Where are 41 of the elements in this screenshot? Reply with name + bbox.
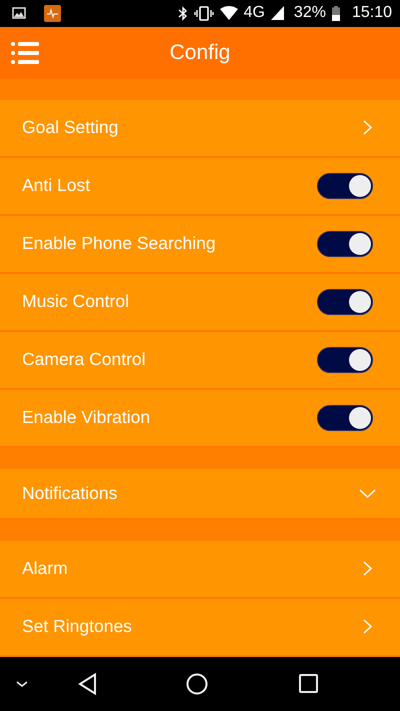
home-button[interactable] [186,672,208,695]
app-icon [44,4,61,22]
battery-icon [332,6,340,21]
back-button[interactable] [78,672,98,695]
chevron-right-icon [363,619,372,634]
toggle-switch[interactable] [317,230,373,257]
toggle-switch[interactable] [317,404,373,431]
settings-row[interactable]: Camera Control [0,332,400,388]
row-label: Enable Phone Searching [22,233,217,254]
toggle-switch[interactable] [317,288,373,315]
settings-row[interactable]: Alarm [0,540,400,597]
recents-button[interactable] [299,674,318,694]
row-label: Anti Lost [22,175,92,196]
vibrate-icon [194,6,214,21]
row-label: Goal Setting [22,117,120,138]
settings-row[interactable]: Set Ringtones [0,598,400,655]
signal-icon [270,6,284,20]
row-label: Enable Vibration [22,407,152,428]
settings-row[interactable]: Enable Vibration [0,390,400,446]
toggle-switch[interactable] [317,172,373,199]
settings-row[interactable]: Notifications [0,468,400,518]
wifi-icon [220,6,238,21]
bluetooth-icon [178,6,188,21]
chevron-right-icon [363,120,372,136]
screen-title: Config [170,40,230,65]
settings-row[interactable]: Anti Lost [0,158,400,214]
settings-row[interactable]: Goal Setting [0,100,400,156]
row-label: Notifications [22,482,118,504]
toggle-switch[interactable] [317,346,373,373]
network-label: 4G [244,4,265,22]
settings-row[interactable]: Enable Phone Searching [0,216,400,272]
chevron-right-icon [363,561,372,576]
row-label: Alarm [22,558,69,580]
settings-row[interactable]: Music Control [0,274,400,330]
row-label: Music Control [22,291,130,312]
collapse-button[interactable] [14,678,30,689]
clock: 15:10 [352,4,392,22]
row-label: Set Ringtones [22,616,133,638]
battery-percent: 32% [294,4,326,22]
row-label: Camera Control [22,349,147,370]
gallery-icon [12,7,26,20]
